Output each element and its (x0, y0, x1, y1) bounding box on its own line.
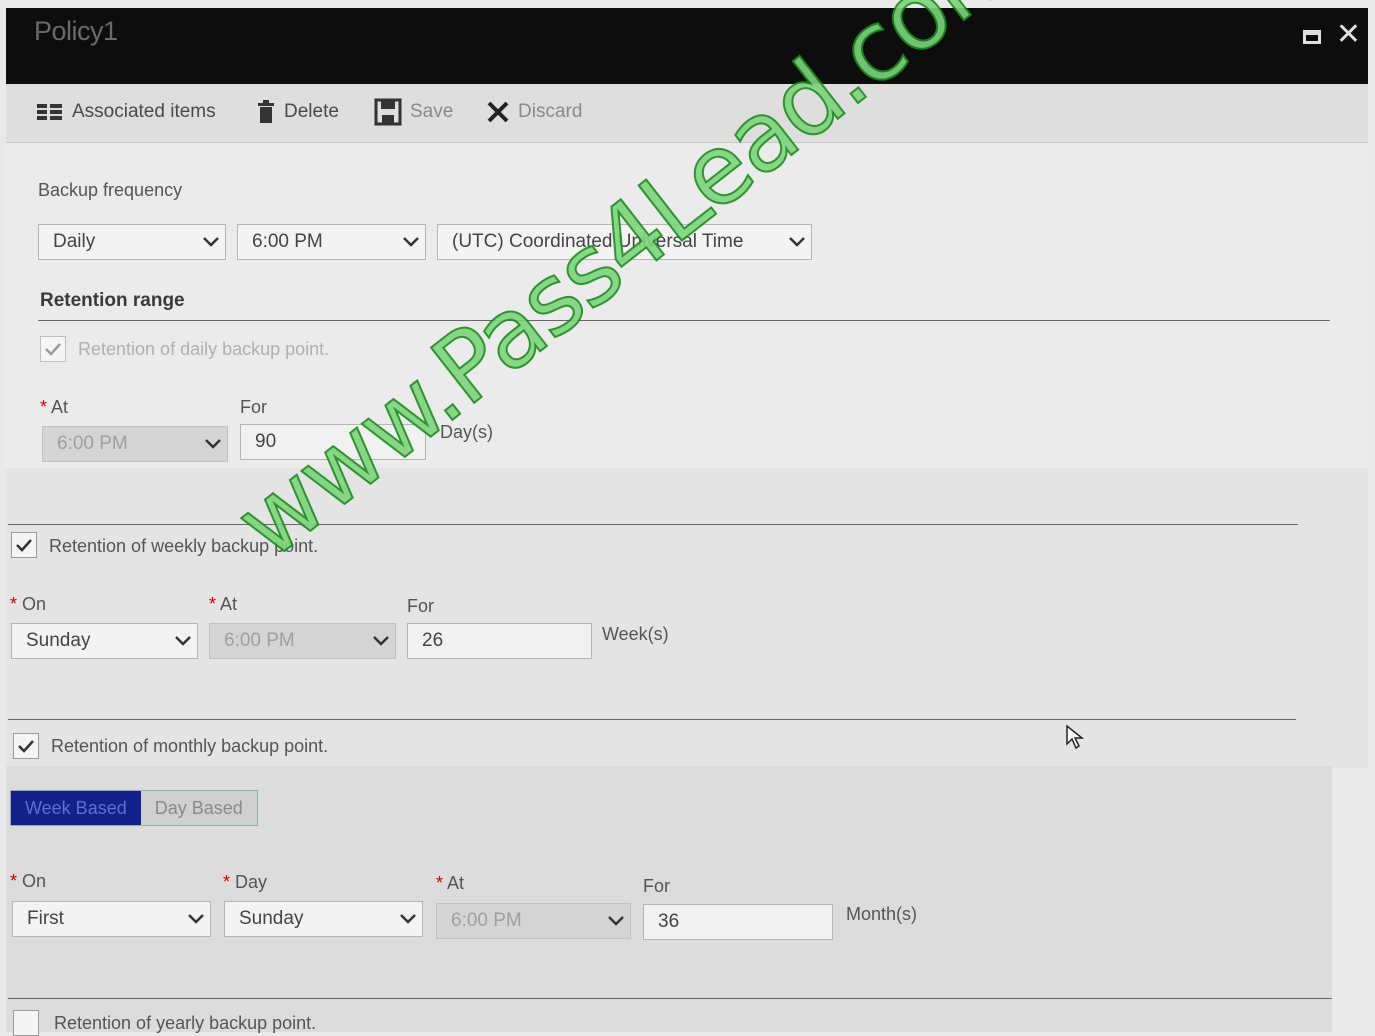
chevron-down-icon (182, 914, 210, 924)
monthly-mode-toggle: Week Based Day Based (10, 790, 258, 826)
save-button[interactable]: Save (374, 98, 453, 126)
daily-at-select[interactable]: 6:00 PM (42, 426, 228, 462)
weekly-unit: Week(s) (602, 624, 669, 644)
weekly-at-value: 6:00 PM (224, 630, 295, 651)
yearly-retention-checkbox[interactable] (13, 1010, 39, 1036)
weekly-retention-checkbox[interactable] (11, 532, 37, 558)
window-title: Policy1 (34, 16, 118, 46)
monthly-retention-checkbox[interactable] (13, 733, 39, 759)
daily-for-label: For (240, 397, 267, 417)
close-icon[interactable]: ✕ (1336, 20, 1361, 50)
daily-at-value: 6:00 PM (57, 433, 128, 454)
frequency-select[interactable]: Daily (38, 224, 226, 260)
checkmark-icon (18, 740, 34, 753)
monthly-at-label: At (436, 873, 464, 894)
yearly-retention-label: Retention of yearly backup point. (54, 1013, 317, 1033)
weekly-for-label: For (407, 596, 434, 616)
tab-day-based[interactable]: Day Based (140, 791, 257, 825)
trash-icon (258, 100, 274, 123)
weekly-panel (6, 468, 1368, 768)
weekly-for-input[interactable]: 26 (407, 623, 592, 659)
weekly-at-select[interactable]: 6:00 PM (209, 623, 396, 659)
chevron-down-icon (367, 636, 395, 646)
monthly-day-value: Sunday (239, 908, 304, 929)
delete-label: Delete (284, 101, 339, 122)
list-icon (37, 104, 62, 120)
monthly-day-label: Day (223, 872, 267, 893)
associated-items-button[interactable]: Associated items (36, 98, 216, 126)
divider (8, 719, 1296, 720)
weekly-on-value: Sunday (26, 630, 91, 651)
chevron-down-icon (169, 636, 197, 646)
chevron-down-icon (394, 914, 422, 924)
weekly-on-select[interactable]: Sunday (11, 623, 198, 659)
backup-time-select[interactable]: 6:00 PM (237, 224, 426, 260)
associated-items-label: Associated items (72, 101, 216, 122)
chevron-down-icon (397, 237, 425, 247)
chevron-down-icon (199, 439, 227, 449)
daily-at-label: At (40, 397, 68, 418)
weekly-on-label: On (10, 594, 46, 615)
divider (8, 524, 1298, 525)
monthly-for-label: For (643, 876, 670, 896)
monthly-on-label: On (10, 871, 46, 892)
chevron-down-icon (197, 237, 225, 247)
monthly-for-input[interactable]: 36 (643, 904, 833, 940)
retention-range-title: Retention range (40, 290, 185, 311)
weekly-at-label: At (209, 594, 237, 615)
mouse-cursor-icon (1066, 724, 1085, 750)
divider (8, 998, 1332, 999)
daily-retention-label: Retention of daily backup point. (78, 339, 330, 359)
discard-label: Discard (518, 101, 583, 122)
discard-icon (487, 101, 509, 123)
chevron-down-icon (602, 916, 630, 926)
checkmark-icon (16, 539, 32, 552)
maximize-icon[interactable] (1303, 30, 1321, 44)
monthly-at-value: 6:00 PM (451, 910, 522, 931)
tab-week-based[interactable]: Week Based (11, 791, 141, 825)
save-label: Save (410, 101, 454, 122)
delete-button[interactable]: Delete (256, 98, 339, 126)
frequency-value: Daily (53, 231, 96, 252)
chevron-down-icon (783, 237, 811, 247)
backup-frequency-label: Backup frequency (38, 180, 183, 200)
backup-time-value: 6:00 PM (252, 231, 323, 252)
monthly-unit: Month(s) (846, 904, 918, 924)
monthly-day-select[interactable]: Sunday (224, 901, 423, 937)
monthly-on-value: First (27, 908, 64, 929)
save-icon (374, 98, 402, 126)
divider (38, 320, 1330, 321)
title-bar (6, 8, 1368, 84)
monthly-retention-label: Retention of monthly backup point. (51, 736, 329, 756)
monthly-at-select[interactable]: 6:00 PM (436, 903, 631, 939)
daily-retention-checkbox[interactable] (40, 336, 66, 362)
checkmark-icon (45, 343, 61, 356)
discard-button[interactable]: Discard (486, 98, 582, 126)
monthly-on-select[interactable]: First (12, 901, 211, 937)
